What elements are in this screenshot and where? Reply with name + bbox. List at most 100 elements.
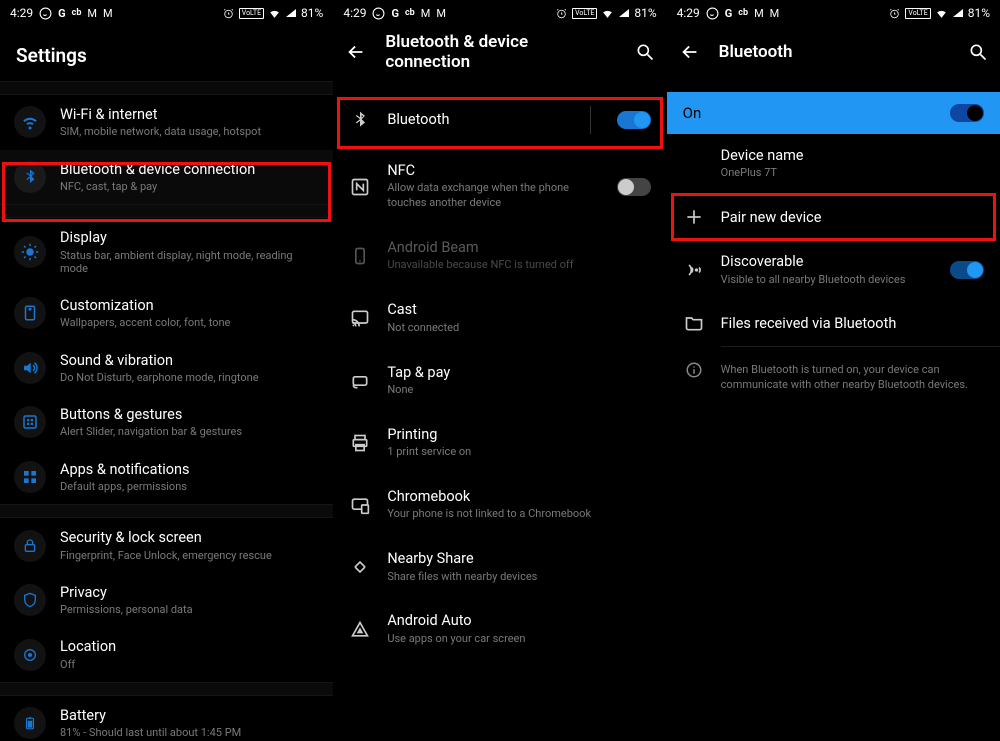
divider (0, 81, 333, 95)
settings-item-sub: Do Not Disturb, earphone mode, ringtone (60, 371, 319, 384)
alarm-icon (888, 7, 901, 20)
bt-item-android-auto[interactable]: Android AutoUse apps on your car screen (333, 598, 666, 660)
settings-item-display[interactable]: DisplayStatus bar, ambient display, nigh… (0, 218, 333, 286)
screen-bt-connection: 4:29 G cb M M VoLTE 81% Bluetooth & devi… (333, 0, 666, 741)
discoverable-icon (684, 260, 704, 280)
bt-item-printing[interactable]: Printing1 print service on (333, 412, 666, 474)
brightness-icon (21, 243, 39, 261)
google-icon: G (58, 7, 66, 20)
bluetooth-master-toggle-row[interactable]: On (667, 92, 1000, 134)
on-label: On (683, 104, 702, 122)
item-sub: None (387, 383, 650, 398)
page-title: Bluetooth & device connection (385, 32, 616, 72)
screen-settings: 4:29 G cb M M VoLTE 81% Settings Wi-Fi &… (0, 0, 333, 741)
wifi-icon (935, 7, 948, 20)
item-label: Android Beam (387, 239, 650, 256)
files-label: Files received via Bluetooth (721, 315, 984, 332)
search-button[interactable] (968, 42, 988, 62)
item-sub: Use apps on your car screen (387, 632, 650, 647)
back-icon (345, 41, 367, 63)
back-button[interactable] (345, 41, 367, 63)
divider (0, 204, 333, 218)
item-sub: Share files with nearby devices (387, 570, 650, 585)
plus-icon (684, 207, 704, 227)
whatsapp-icon (372, 7, 385, 20)
screen-bluetooth: 4:29 G cb M M VoLTE 81% Bluetooth On Dev… (667, 0, 1000, 741)
settings-item-bluetooth[interactable]: Bluetooth & device connectionNFC, cast, … (0, 150, 333, 205)
mail-icon: M (770, 7, 780, 20)
settings-item-wifi[interactable]: Wi-Fi & internetSIM, mobile network, dat… (0, 95, 333, 150)
search-button[interactable] (635, 42, 655, 62)
nearby-share-icon (350, 557, 370, 577)
discoverable-toggle[interactable] (950, 261, 984, 279)
page-title: Bluetooth (719, 42, 950, 62)
header: Bluetooth (667, 26, 1000, 78)
alarm-icon (555, 7, 568, 20)
nfc-toggle[interactable] (617, 178, 651, 196)
discoverable-row[interactable]: DiscoverableVisible to all nearby Blueto… (667, 240, 1000, 300)
bt-item-chromebook[interactable]: Chromebook Your phone is not linked to a … (333, 474, 666, 536)
lock-icon (22, 538, 38, 554)
bluetooth-icon (21, 168, 39, 186)
item-sub: Allow data exchange when the phone touch… (387, 181, 600, 211)
wifi-icon (268, 7, 281, 20)
item-label: Printing (387, 426, 650, 443)
divider (590, 106, 591, 134)
settings-item-sub: NFC, cast, tap & pay (60, 180, 319, 193)
status-bar: 4:29 G cb M M VoLTE 81% (0, 0, 333, 26)
mail-icon: M (436, 7, 446, 20)
shield-icon (22, 592, 38, 608)
status-bar: 4:29 G cb M M VoLTE 81% (333, 0, 666, 26)
files-received-row[interactable]: Files received via Bluetooth (667, 300, 1000, 346)
settings-item-privacy[interactable]: PrivacyPermissions, personal data (0, 573, 333, 628)
settings-item-apps[interactable]: Apps & notificationsDefault apps, permis… (0, 450, 333, 505)
mail-icon: M (87, 7, 97, 20)
signal-icon (285, 7, 297, 19)
settings-item-sound[interactable]: Sound & vibrationDo Not Disturb, earphon… (0, 341, 333, 396)
bt-item-tap-pay[interactable]: Tap & payNone (333, 350, 666, 412)
settings-item-label: Buttons & gestures (60, 406, 319, 423)
pair-label: Pair new device (721, 209, 984, 226)
apps-icon (22, 469, 38, 485)
volte-icon: VoLTE (239, 8, 264, 19)
bt-item-nfc[interactable]: NFCAllow data exchange when the phone to… (333, 148, 666, 225)
bt-item-nearby-share[interactable]: Nearby Share Share files with nearby devi… (333, 536, 666, 598)
device-name-row[interactable]: Device nameOnePlus 7T (667, 134, 1000, 194)
settings-item-buttons[interactable]: Buttons & gestures Alert Slider, navigati… (0, 395, 333, 450)
status-battery: 81% (301, 6, 323, 20)
item-label: Bluetooth (387, 111, 573, 128)
bluetooth-master-toggle[interactable] (950, 104, 984, 122)
settings-item-sub: 81% - Should last until about 1:45 PM (60, 726, 319, 739)
bt-item-bluetooth[interactable]: Bluetooth (333, 92, 666, 148)
item-label: Chromebook (387, 488, 650, 505)
divider (0, 504, 333, 518)
settings-item-sub: Permissions, personal data (60, 603, 319, 616)
settings-item-location[interactable]: LocationOff (0, 627, 333, 682)
google-icon: G (391, 7, 399, 20)
settings-item-security[interactable]: Security & lock screen Fingerprint, Face … (0, 518, 333, 573)
volte-icon: VoLTE (572, 8, 597, 19)
settings-item-sub: Alert Slider, navigation bar & gestures (60, 425, 319, 438)
divider (0, 682, 333, 696)
bt-item-beam: Android BeamUnavailable because NFC is t… (333, 225, 666, 287)
cb-icon: cb (72, 8, 82, 18)
item-sub: Your phone is not linked to a Chromebook (387, 507, 650, 522)
item-label: Nearby Share (387, 550, 650, 567)
info-text: When Bluetooth is turned on, your device… (721, 363, 984, 393)
settings-item-customization[interactable]: CustomizationWallpapers, accent color, f… (0, 286, 333, 341)
page-title: Settings (0, 26, 333, 81)
settings-item-label: Customization (60, 297, 319, 314)
pair-new-device-row[interactable]: Pair new device (667, 194, 1000, 240)
back-button[interactable] (679, 41, 701, 63)
settings-item-battery[interactable]: Battery81% - Should last until about 1:4… (0, 696, 333, 741)
settings-item-sub: Fingerprint, Face Unlock, emergency resc… (60, 549, 319, 562)
discoverable-sub: Visible to all nearby Bluetooth devices (721, 273, 934, 288)
settings-item-label: Security & lock screen (60, 529, 319, 546)
bluetooth-toggle[interactable] (617, 111, 651, 129)
info-row: When Bluetooth is turned on, your device… (667, 347, 1000, 407)
android-auto-icon (350, 620, 370, 640)
buttons-icon (21, 413, 39, 431)
back-icon (679, 41, 701, 63)
bt-item-cast[interactable]: CastNot connected (333, 287, 666, 349)
settings-item-label: Apps & notifications (60, 461, 319, 478)
